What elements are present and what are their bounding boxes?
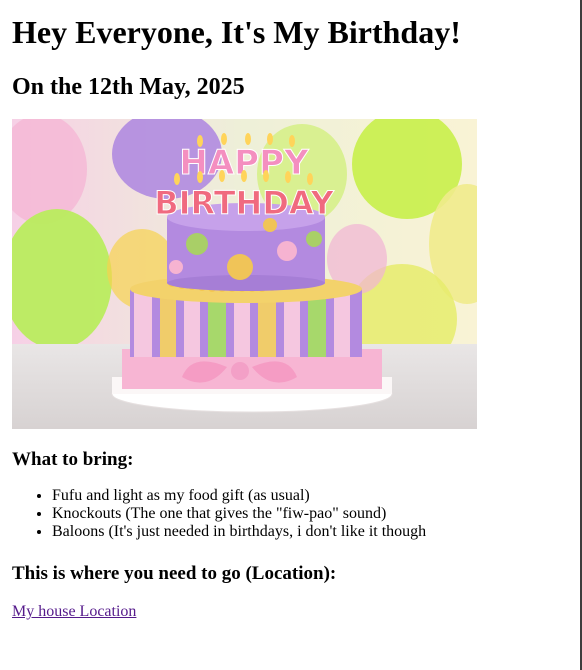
birthday-cake-image: HAPPY BIRTHDAY <box>12 119 477 429</box>
bring-list: Fufu and light as my food gift (as usual… <box>12 487 572 541</box>
location-heading: This is where you need to go (Location): <box>12 563 337 584</box>
page-content: Hey Everyone, It's My Birthday! On the 1… <box>12 0 572 621</box>
what-to-bring-heading: What to bring: <box>12 449 134 470</box>
list-item: Knockouts (The one that gives the "fiw-p… <box>52 505 572 523</box>
date-heading: On the 12th May, 2025 <box>12 74 245 100</box>
list-item: Baloons (It's just needed in birthdays, … <box>52 523 572 541</box>
birthday-candles-text: BIRTHDAY <box>154 184 334 222</box>
page-title: Hey Everyone, It's My Birthday! <box>12 14 461 50</box>
list-item: Fufu and light as my food gift (as usual… <box>52 487 572 505</box>
location-link[interactable]: My house Location <box>12 603 136 621</box>
